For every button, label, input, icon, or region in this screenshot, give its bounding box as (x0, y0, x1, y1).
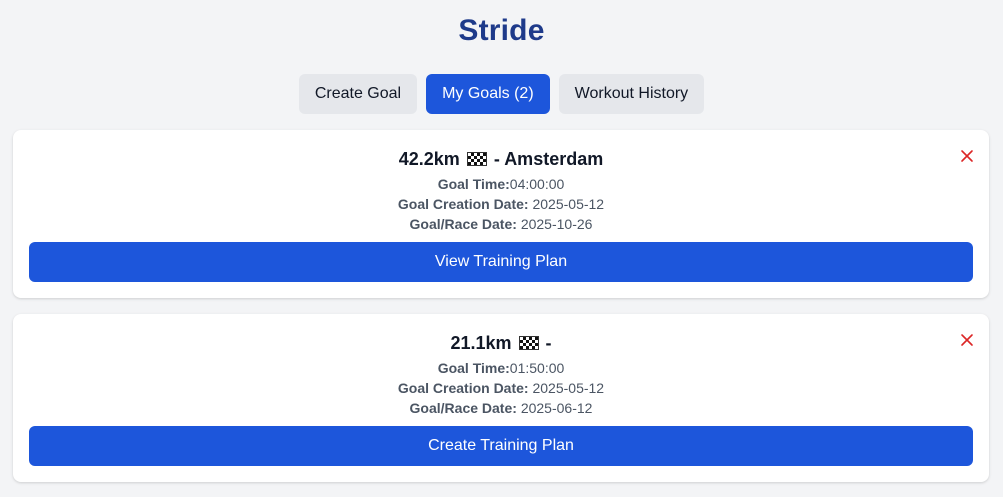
goal-time-row: Goal Time:01:50:00 (13, 360, 989, 376)
goal-title: 21.1km - (13, 333, 989, 354)
app-title: Stride (458, 14, 545, 47)
goal-race-date-value: 2025-10-26 (520, 216, 593, 232)
goal-creation-date-label: Goal Creation Date: (397, 380, 529, 396)
goal-time-label: Goal Time: (437, 176, 510, 192)
goal-creation-date-value: 2025-05-12 (532, 380, 605, 396)
goal-card: 42.2km - Amsterdam Goal Time:04:00:00 Go… (13, 130, 989, 298)
create-training-plan-button[interactable]: Create Training Plan (29, 426, 973, 466)
delete-goal-button[interactable] (959, 148, 975, 164)
goal-separator: - (493, 149, 500, 169)
goal-race-date-row: Goal/Race Date: 2025-10-26 (13, 216, 989, 232)
goal-time-value: 01:50:00 (509, 360, 565, 376)
goal-race-date-row: Goal/Race Date: 2025-06-12 (13, 400, 989, 416)
goal-creation-date-row: Goal Creation Date: 2025-05-12 (13, 196, 989, 212)
checkered-flag-icon (466, 152, 487, 166)
goal-race-date-value: 2025-06-12 (520, 400, 593, 416)
goal-distance: 42.2km (398, 149, 460, 169)
tab-workout-history[interactable]: Workout History (558, 74, 705, 114)
view-training-plan-button[interactable]: View Training Plan (29, 242, 973, 282)
tab-create-goal[interactable]: Create Goal (298, 74, 418, 114)
close-icon (961, 334, 973, 346)
goal-creation-date-value: 2025-05-12 (532, 196, 605, 212)
goal-distance: 21.1km (450, 333, 512, 353)
goal-separator: - (545, 333, 552, 353)
delete-goal-button[interactable] (959, 332, 975, 348)
goal-card: 21.1km - Goal Time:01:50:00 Goal Creatio… (13, 314, 989, 482)
goal-time-label: Goal Time: (437, 360, 510, 376)
tab-my-goals[interactable]: My Goals (2) (426, 74, 550, 114)
goal-time-value: 04:00:00 (509, 176, 565, 192)
goal-title: 42.2km - Amsterdam (13, 149, 989, 170)
goal-race-name: Amsterdam (504, 149, 604, 169)
close-icon (961, 150, 973, 162)
goal-creation-date-label: Goal Creation Date: (397, 196, 529, 212)
goal-race-date-label: Goal/Race Date: (409, 400, 517, 416)
goal-time-row: Goal Time:04:00:00 (13, 176, 989, 192)
goal-creation-date-row: Goal Creation Date: 2025-05-12 (13, 380, 989, 396)
checkered-flag-icon (518, 336, 539, 350)
tab-bar: Create Goal My Goals (2) Workout History (0, 74, 1003, 114)
goal-race-date-label: Goal/Race Date: (409, 216, 517, 232)
